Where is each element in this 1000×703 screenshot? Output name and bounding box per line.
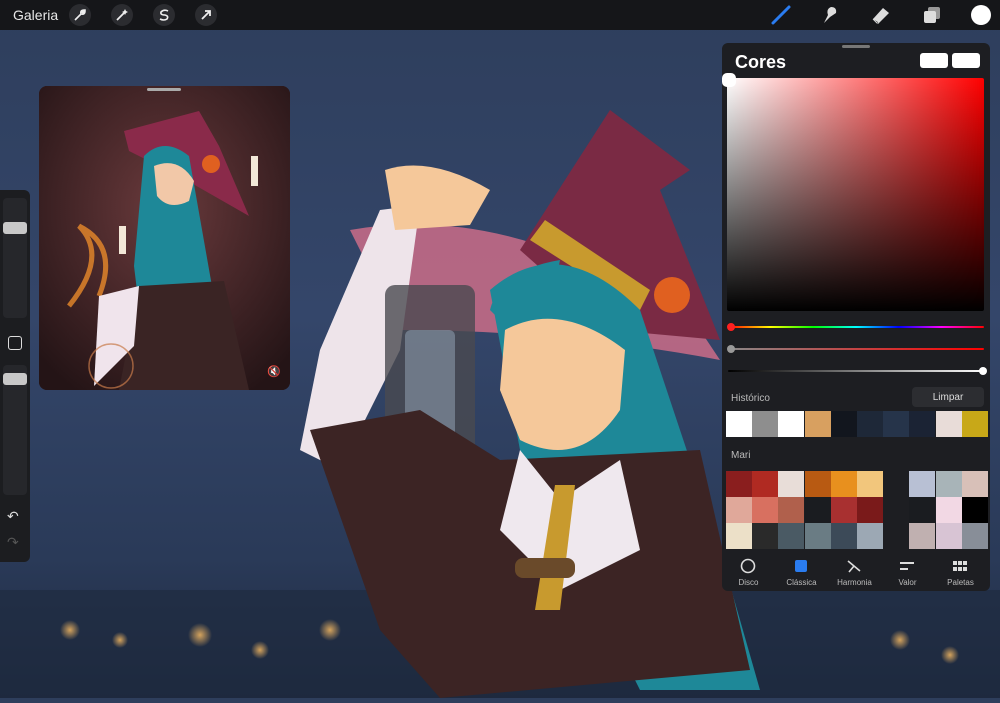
palette-swatch[interactable] xyxy=(752,471,779,497)
saturation-brightness-picker[interactable] xyxy=(727,78,984,311)
layers-icon[interactable] xyxy=(920,3,944,27)
palette-swatch[interactable] xyxy=(804,523,831,549)
palette-swatch[interactable] xyxy=(935,471,962,497)
panel-grabber[interactable] xyxy=(842,45,870,48)
history-swatch[interactable] xyxy=(961,411,988,437)
undo-icon[interactable]: ↶ xyxy=(7,508,19,525)
square-modify-icon[interactable] xyxy=(8,336,22,350)
palette-swatch[interactable] xyxy=(857,523,883,549)
color-mode-tabs: Disco Clássica Harmonia Valor Paletas xyxy=(722,548,990,591)
hue-slider[interactable] xyxy=(728,326,984,328)
history-label: Histórico xyxy=(731,393,770,404)
palette-swatch[interactable] xyxy=(961,523,988,549)
wrench-icon[interactable] xyxy=(69,4,91,26)
palette-swatch[interactable] xyxy=(778,497,805,523)
palette-swatch[interactable] xyxy=(726,523,752,549)
palette-swatch[interactable] xyxy=(883,471,910,497)
saturation-slider[interactable] xyxy=(728,348,984,350)
opacity-knob[interactable] xyxy=(3,373,27,385)
history-swatch[interactable] xyxy=(778,411,805,437)
gallery-button[interactable]: Galeria xyxy=(13,7,58,23)
palette-swatch[interactable] xyxy=(883,497,910,523)
history-swatch[interactable] xyxy=(752,411,779,437)
palettes-grid-icon xyxy=(953,561,967,571)
harmony-icon xyxy=(847,560,861,573)
eraser-icon[interactable] xyxy=(869,3,893,27)
history-swatch[interactable] xyxy=(804,411,831,437)
palette-label: Mari xyxy=(731,450,751,461)
current-color-swatch[interactable] xyxy=(952,53,980,68)
brightness-slider[interactable] xyxy=(728,370,984,372)
tab-classica[interactable]: Clássica xyxy=(775,548,828,591)
history-swatch[interactable] xyxy=(830,411,857,437)
picker-knob[interactable] xyxy=(722,73,736,87)
history-swatch[interactable] xyxy=(726,411,752,437)
brush-icon[interactable] xyxy=(769,3,793,27)
history-swatch[interactable] xyxy=(883,411,910,437)
palette-swatch[interactable] xyxy=(909,497,936,523)
brush-size-knob[interactable] xyxy=(3,222,27,234)
side-bar: ↶ ↷ xyxy=(0,190,30,562)
tab-disco[interactable]: Disco xyxy=(722,548,775,591)
speaker-mute-icon[interactable]: 🔇 xyxy=(267,365,281,378)
color-swatch-icon[interactable] xyxy=(969,3,993,27)
palette-swatch[interactable] xyxy=(726,471,752,497)
saturation-knob[interactable] xyxy=(727,345,735,353)
tab-paletas[interactable]: Paletas xyxy=(934,548,987,591)
palette-swatch[interactable] xyxy=(883,523,910,549)
top-toolbar: Galeria xyxy=(0,0,1000,30)
magic-wand-icon[interactable] xyxy=(111,4,133,26)
history-swatch[interactable] xyxy=(909,411,936,437)
palette-swatch[interactable] xyxy=(961,471,988,497)
disc-icon xyxy=(740,558,756,574)
history-swatch[interactable] xyxy=(935,411,962,437)
previous-color-swatch[interactable] xyxy=(920,53,948,68)
palette-swatch[interactable] xyxy=(830,523,857,549)
palette-swatch[interactable] xyxy=(935,523,962,549)
selection-icon[interactable] xyxy=(153,4,175,26)
brightness-knob[interactable] xyxy=(979,367,987,375)
palette-swatch[interactable] xyxy=(726,497,752,523)
brush-size-slider[interactable] xyxy=(3,198,27,318)
reference-window[interactable]: 🔇 xyxy=(39,86,290,390)
palette-swatch[interactable] xyxy=(935,497,962,523)
hue-knob[interactable] xyxy=(727,323,735,331)
palette-swatch[interactable] xyxy=(961,497,988,523)
transform-arrow-icon[interactable] xyxy=(195,4,217,26)
panel-title: Cores xyxy=(735,52,787,72)
palette-swatch[interactable] xyxy=(778,523,805,549)
palette-swatch[interactable] xyxy=(804,497,831,523)
palette-swatch[interactable] xyxy=(778,471,805,497)
clear-history-button[interactable]: Limpar xyxy=(912,387,984,407)
palette-swatch[interactable] xyxy=(830,471,857,497)
smudge-icon[interactable] xyxy=(818,3,842,27)
tab-harmonia[interactable]: Harmonia xyxy=(828,548,881,591)
palette-swatch[interactable] xyxy=(752,497,779,523)
value-sliders-icon xyxy=(900,562,914,570)
reference-image xyxy=(39,86,290,390)
palette-swatch[interactable] xyxy=(909,523,936,549)
tab-valor[interactable]: Valor xyxy=(881,548,934,591)
redo-icon[interactable]: ↷ xyxy=(7,534,19,551)
palette-swatch[interactable] xyxy=(857,497,883,523)
palette-swatch[interactable] xyxy=(804,471,831,497)
palette-swatch[interactable] xyxy=(857,471,883,497)
classic-square-icon xyxy=(795,560,807,572)
colors-panel: Cores Histórico Limpar Mari Disco Clássi… xyxy=(722,43,990,591)
palette-swatch[interactable] xyxy=(830,497,857,523)
palette-swatch[interactable] xyxy=(752,523,779,549)
palette-swatch[interactable] xyxy=(909,471,936,497)
history-swatch[interactable] xyxy=(857,411,883,437)
